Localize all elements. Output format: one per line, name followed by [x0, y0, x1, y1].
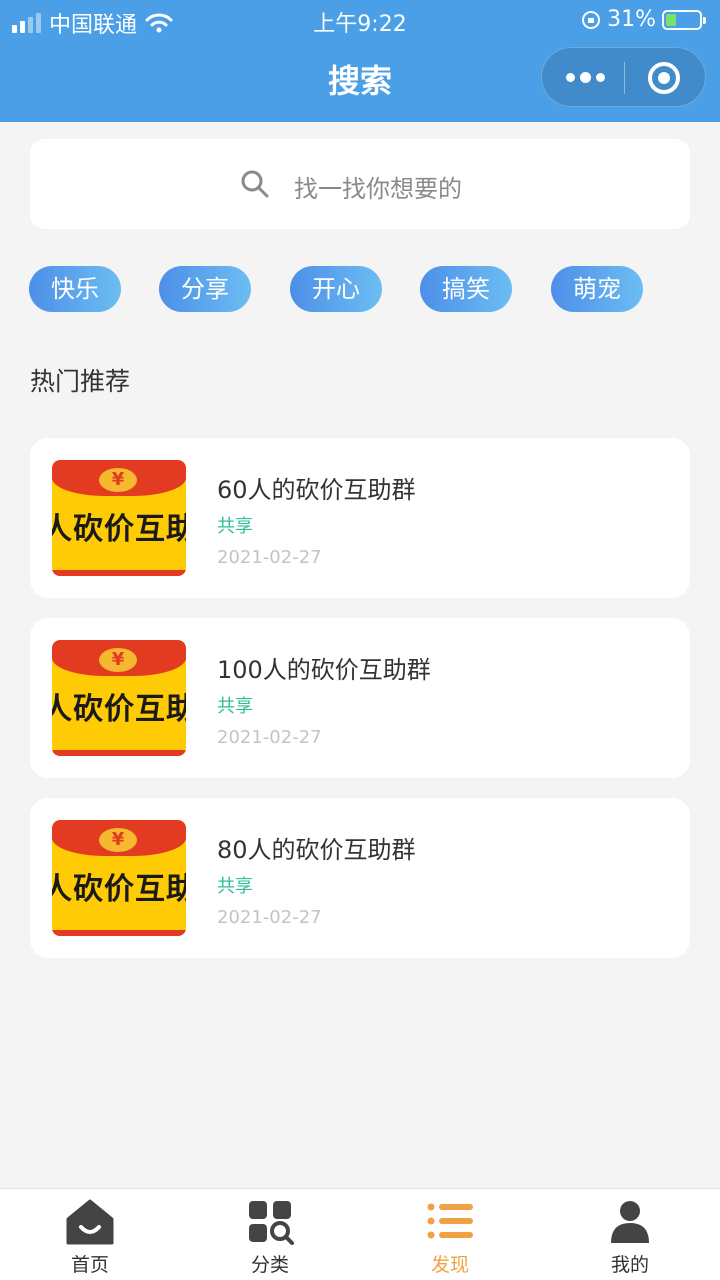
battery-level-fill: [666, 13, 676, 26]
card-thumbnail: ¥ 人砍价互助: [52, 820, 186, 936]
tab-label: 发现: [430, 1254, 469, 1276]
mini-program-capsule: [541, 47, 706, 107]
yuan-coin-icon: ¥: [99, 828, 137, 852]
thumb-bottom-band: [52, 570, 186, 576]
tag-chip[interactable]: 萌宠: [551, 266, 643, 312]
thumb-text: 人砍价互助: [52, 692, 186, 727]
tag-chip[interactable]: 分享: [159, 266, 251, 312]
tab-label: 我的: [610, 1254, 649, 1276]
tag-chip[interactable]: 开心: [290, 266, 382, 312]
tag-list: 快乐 分享 开心 搞笑 萌宠: [29, 266, 689, 312]
recommend-card[interactable]: ¥ 人砍价互助 80人的砍价互助群 共享 2021-02-27: [30, 798, 690, 958]
battery-icon: [662, 9, 706, 30]
tag-chip[interactable]: 快乐: [29, 266, 121, 312]
status-bar: 中国联通 上午9:22 31%: [0, 0, 720, 40]
thumb-bottom-band: [52, 750, 186, 756]
list-icon: [427, 1203, 473, 1239]
rotation-lock-icon: [582, 10, 601, 29]
yuan-coin-icon: ¥: [99, 468, 137, 492]
card-thumbnail: ¥ 人砍价互助: [52, 640, 186, 756]
top-header: 中国联通 上午9:22 31% 搜索: [0, 0, 720, 122]
recommend-card[interactable]: ¥ 人砍价互助 60人的砍价互助群 共享 2021-02-27: [30, 438, 690, 598]
capsule-divider: [624, 62, 625, 94]
card-tag: 共享: [217, 516, 253, 537]
status-right: 31%: [581, 7, 706, 32]
battery-percent: 31%: [607, 7, 656, 32]
thumb-text: 人砍价互助: [52, 512, 186, 547]
tab-discover[interactable]: 发现: [360, 1189, 540, 1280]
thumb-text: 人砍价互助: [52, 872, 186, 907]
card-thumbnail: ¥ 人砍价互助: [52, 460, 186, 576]
search-placeholder: 找一找你想要的: [294, 175, 462, 203]
card-tag: 共享: [217, 876, 253, 897]
recommend-card[interactable]: ¥ 人砍价互助 100人的砍价互助群 共享 2021-02-27: [30, 618, 690, 778]
tab-label: 分类: [250, 1254, 289, 1276]
card-tag: 共享: [217, 696, 253, 717]
search-input[interactable]: 找一找你想要的: [30, 139, 690, 229]
card-date: 2021-02-27: [217, 907, 322, 928]
tab-mine[interactable]: 我的: [540, 1189, 720, 1280]
card-date: 2021-02-27: [217, 547, 322, 568]
card-title: 100人的砍价互助群: [217, 656, 431, 684]
tag-chip[interactable]: 搞笑: [420, 266, 512, 312]
card-title: 80人的砍价互助群: [217, 836, 416, 864]
search-icon: [241, 170, 269, 198]
thumb-bottom-band: [52, 930, 186, 936]
tab-label: 首页: [70, 1254, 109, 1276]
home-icon: [66, 1199, 114, 1245]
more-dots-icon[interactable]: [566, 72, 605, 83]
tab-home[interactable]: 首页: [0, 1189, 180, 1280]
card-title: 60人的砍价互助群: [217, 476, 416, 504]
target-close-icon[interactable]: [648, 62, 680, 94]
card-date: 2021-02-27: [217, 727, 322, 748]
section-title: 热门推荐: [30, 367, 131, 396]
bottom-tab-bar: 首页 分类 发现 我的: [0, 1188, 720, 1280]
user-icon: [611, 1201, 649, 1243]
yuan-coin-icon: ¥: [99, 648, 137, 672]
tab-category[interactable]: 分类: [180, 1189, 360, 1280]
category-icon: [249, 1201, 294, 1245]
